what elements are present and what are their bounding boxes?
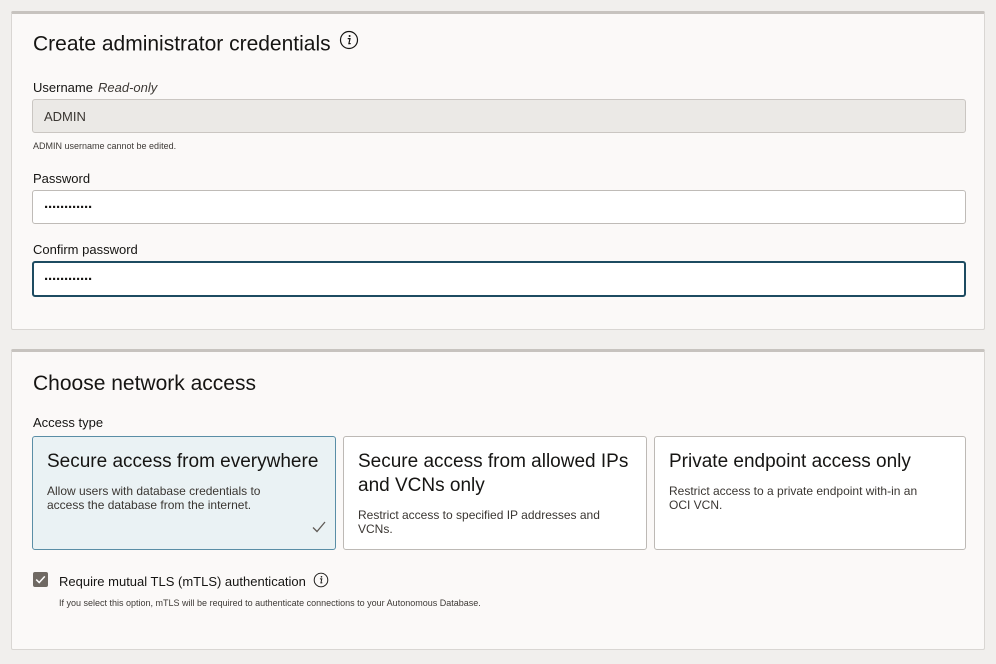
network-section-title: Choose network access xyxy=(33,372,256,395)
info-icon[interactable] xyxy=(313,572,329,591)
checkbox-checked-icon xyxy=(35,575,46,584)
network-access-panel: Choose network access Access type Secure… xyxy=(11,349,985,650)
access-option-allowed-ips[interactable]: Secure access from allowed IPs and VCNs … xyxy=(343,436,647,550)
access-option-private-endpoint[interactable]: Private endpoint access only Restrict ac… xyxy=(654,436,966,550)
username-helper-text: ADMIN username cannot be edited. xyxy=(33,141,177,151)
confirm-password-input[interactable]: ············ xyxy=(32,261,966,297)
username-value: ADMIN xyxy=(44,108,86,124)
admin-credentials-panel: Create administrator credentials Usernam… xyxy=(11,11,985,330)
password-label: Password xyxy=(33,171,91,186)
username-input: ADMIN xyxy=(32,99,966,133)
option-description: Allow users with database credentials to… xyxy=(47,484,261,512)
option-description: Restrict access to a private endpoint wi… xyxy=(669,484,918,512)
checkmark-icon xyxy=(311,520,327,539)
option-title: Secure access from allowed IPs and VCNs … xyxy=(358,451,629,496)
password-value: ············ xyxy=(44,198,93,216)
username-label: Username Read-only xyxy=(33,80,157,95)
mtls-label[interactable]: Require mutual TLS (mTLS) authentication xyxy=(59,572,329,592)
readonly-tag: Read-only xyxy=(97,80,158,95)
username-label-text: Username xyxy=(33,80,93,95)
credentials-section-title: Create administrator credentials xyxy=(33,30,359,58)
mtls-checkbox[interactable] xyxy=(33,572,48,587)
confirm-password-value: ············ xyxy=(44,270,93,288)
access-option-everywhere[interactable]: Secure access from everywhere Allow user… xyxy=(32,436,336,550)
mtls-helper-text: If you select this option, mTLS will be … xyxy=(59,598,481,608)
mtls-label-text: Require mutual TLS (mTLS) authentication xyxy=(59,573,306,589)
option-description: Restrict access to specified IP addresse… xyxy=(358,508,600,536)
confirm-password-label: Confirm password xyxy=(33,242,138,257)
access-type-label: Access type xyxy=(33,415,104,430)
password-input[interactable]: ············ xyxy=(32,190,966,224)
info-icon[interactable] xyxy=(339,30,359,56)
option-title: Private endpoint access only xyxy=(669,451,911,472)
option-title: Secure access from everywhere xyxy=(47,451,319,472)
credentials-title-text: Create administrator credentials xyxy=(33,32,331,56)
